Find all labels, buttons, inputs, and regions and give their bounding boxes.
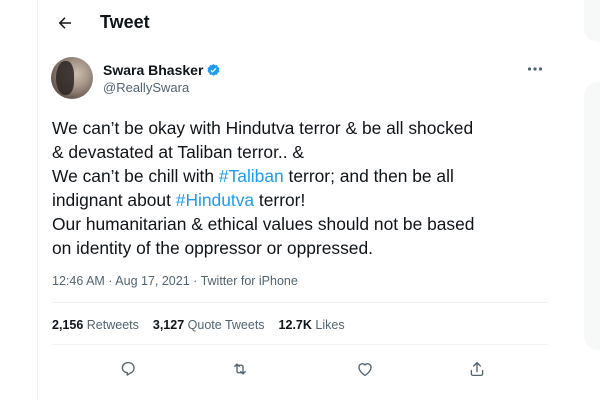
retweets-label: Retweets [86,318,139,332]
tweet-time[interactable]: 12:46 AM [52,274,105,288]
quote-tweets-stat[interactable]: 3,127 Quote Tweets [153,318,265,332]
author-handle[interactable]: @ReallySwara [103,80,189,95]
avatar[interactable] [51,57,93,99]
reply-button[interactable] [115,356,141,382]
like-button[interactable] [352,356,378,382]
divider [52,302,548,303]
author-name-text: Swara Bhasker [103,62,204,78]
page-title: Tweet [100,12,150,32]
tweet-line: indignant about #Hindutva terror! [52,188,552,212]
more-horizontal-icon [527,67,543,71]
verified-badge-icon [207,63,220,76]
tweet-meta: 12:46 AM · Aug 17, 2021 · Twitter for iP… [52,274,298,288]
reply-icon [121,361,135,376]
retweets-count: 2,156 [52,318,84,332]
tweet-text: We can’t be okay with Hindutva terror & … [52,116,552,260]
header: Tweet [38,0,559,48]
author-name[interactable]: Swara Bhasker [103,62,221,78]
heart-icon [358,363,372,377]
likes-label: Likes [315,318,345,332]
meta-separator: · [193,274,198,288]
more-options-button[interactable] [526,62,544,76]
share-button[interactable] [464,356,490,382]
hashtag-link-taliban[interactable]: #Taliban [219,166,284,186]
tweet-date[interactable]: Aug 17, 2021 [115,274,189,288]
back-button[interactable] [50,8,80,38]
tweet-line: & devastated at Taliban terror.. & [52,142,304,162]
likes-stat[interactable]: 12.7K Likes [279,318,345,332]
tweet-actions [52,356,548,382]
tweet-text-segment: indignant about [52,190,176,210]
retweets-stat[interactable]: 2,156 Retweets [52,318,139,332]
hashtag-link-hindutva[interactable]: #Hindutva [176,190,254,210]
sidebar-card [584,0,600,42]
tweet-text-segment: terror; and then be all [283,166,454,186]
tweet-line: We can’t be chill with #Taliban terror; … [52,164,552,188]
quote-tweets-label: Quote Tweets [187,318,265,332]
tweet-column: Tweet Swara Bhasker @ReallySwara We can’… [37,0,560,400]
meta-separator: · [108,274,113,288]
arrow-left-icon [58,17,71,29]
divider [52,344,548,345]
tweet-text-segment: terror! [254,190,306,210]
retweet-icon [234,363,246,375]
share-icon [470,361,484,377]
sidebar-card [584,82,600,350]
likes-count: 12.7K [278,318,312,332]
tweet-source[interactable]: Twitter for iPhone [201,274,298,288]
tweet-line: on identity of the oppressor or oppresse… [52,238,373,258]
tweet-line: We can’t be okay with Hindutva terror & … [52,118,474,138]
retweet-button[interactable] [227,356,253,382]
tweet-stats: 2,156 Retweets 3,127 Quote Tweets 12.7K … [52,318,345,332]
tweet-text-segment: We can’t be chill with [52,166,219,186]
tweet-line: Our humanitarian & ethical values should… [52,214,475,234]
quote-tweets-count: 3,127 [152,318,185,332]
